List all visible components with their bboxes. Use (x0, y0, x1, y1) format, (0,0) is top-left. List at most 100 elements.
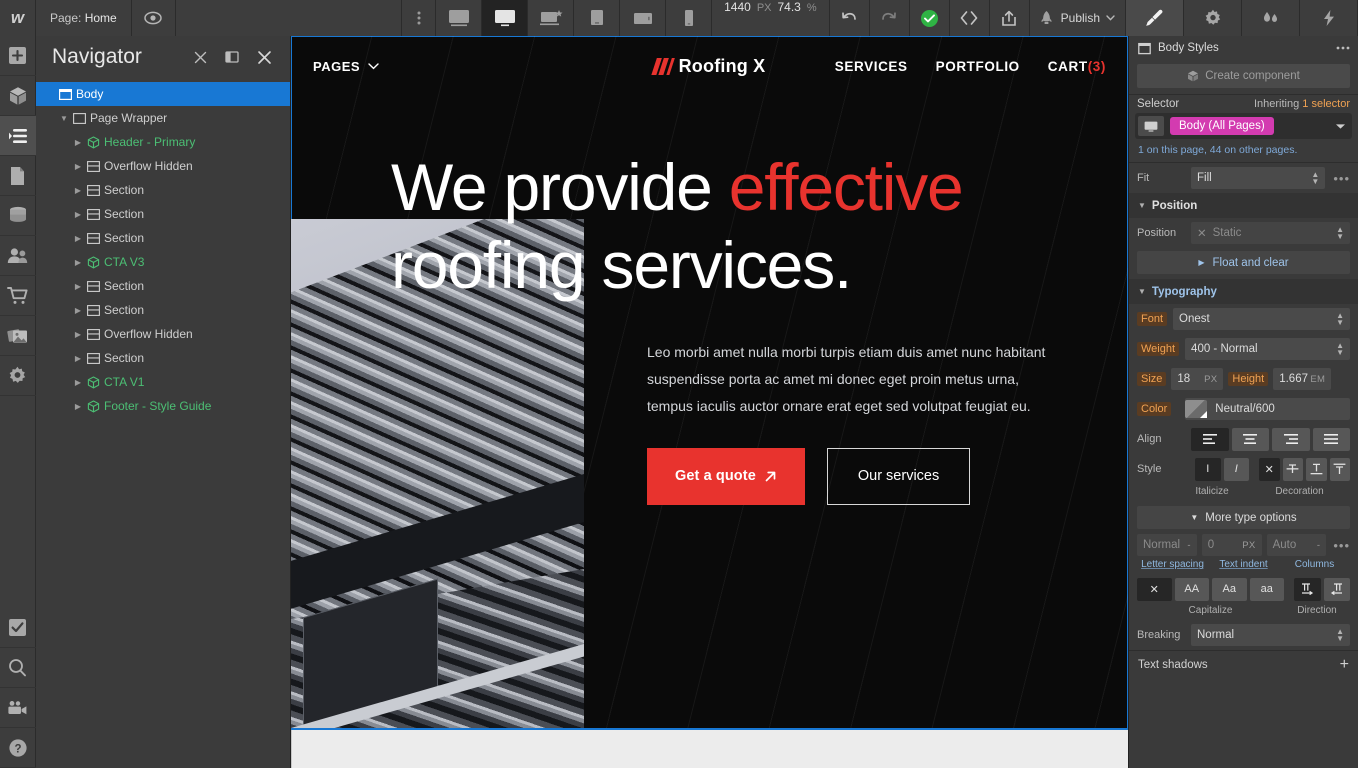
underline-icon[interactable] (1306, 457, 1327, 481)
text-shadows-add-icon[interactable]: + (1340, 656, 1349, 674)
align-segment[interactable] (1191, 427, 1350, 451)
none-x-icon[interactable]: ✕ (1137, 577, 1172, 601)
navigator-node-arrow[interactable]: ▶ (72, 186, 84, 195)
rail-help[interactable]: ? (0, 728, 36, 768)
style-panel-menu-icon[interactable] (1336, 46, 1350, 50)
fit-more-icon[interactable]: ••• (1331, 171, 1350, 186)
align-left-icon[interactable] (1191, 427, 1229, 451)
rail-videos[interactable] (0, 688, 36, 728)
preview-eye-icon[interactable] (132, 0, 176, 36)
rail-assets[interactable] (0, 316, 36, 356)
site-preview[interactable]: PAGES Roofing X SERVICES PORTFOLIO CART(… (291, 36, 1128, 730)
navigator-node[interactable]: ▶ Footer - Style Guide (36, 394, 290, 418)
rail-ecommerce[interactable] (0, 276, 36, 316)
tab-settings[interactable] (1184, 0, 1242, 36)
toolbar-more-menu-icon[interactable] (402, 0, 437, 36)
rail-navigator[interactable] (0, 116, 36, 156)
rail-audit[interactable] (0, 608, 36, 648)
fit-select[interactable]: Fill ▲ ▼ (1191, 167, 1326, 189)
capitalize-Aa-icon[interactable]: Aa (1212, 577, 1247, 601)
position-section-header[interactable]: ▼ Position (1129, 193, 1358, 218)
nav-link-services[interactable]: SERVICES (835, 59, 908, 74)
columns-more-icon[interactable]: ••• (1331, 538, 1350, 553)
navigator-node[interactable]: ▶ CTA V3 (36, 250, 290, 274)
navigator-node-arrow[interactable]: ▶ (72, 210, 84, 219)
navigator-node[interactable]: ▶ Overflow Hidden (36, 154, 290, 178)
position-clear-x-icon[interactable]: ✕ (1197, 226, 1207, 240)
navigator-node[interactable]: ▶ Section (36, 274, 290, 298)
rail-settings[interactable] (0, 356, 36, 396)
publish-button[interactable]: Publish (1030, 0, 1126, 36)
navigator-tree[interactable]: Body ▼ Page Wrapper ▶ Header - Primary ▶ Overf… (36, 78, 290, 768)
tab-effects[interactable] (1300, 0, 1358, 36)
navigator-node-arrow[interactable]: ▶ (72, 378, 84, 387)
share-export-icon[interactable] (990, 0, 1030, 36)
breakpoint-desktop-starred[interactable] (528, 0, 575, 36)
navigator-node[interactable]: ▶ Section (36, 346, 290, 370)
direction-segment[interactable] (1294, 577, 1350, 601)
decoration-segment[interactable]: ✕ (1259, 457, 1350, 481)
tab-style[interactable] (1126, 0, 1184, 36)
rail-cms[interactable] (0, 196, 36, 236)
breakpoint-desktop[interactable] (482, 0, 529, 36)
height-input[interactable]: 1.667 EM (1273, 368, 1332, 390)
rail-pages[interactable] (0, 156, 36, 196)
align-right-icon[interactable] (1272, 427, 1310, 451)
float-and-clear-row[interactable]: ▶ Float and clear (1137, 251, 1350, 274)
navigator-node-arrow[interactable]: ▶ (72, 162, 84, 171)
position-select[interactable]: ✕ Static ▲ ▼ (1191, 222, 1350, 244)
site-navbar[interactable]: PAGES Roofing X SERVICES PORTFOLIO CART(… (291, 36, 1128, 96)
canvas-area[interactable]: PAGES Roofing X SERVICES PORTFOLIO CART(… (291, 36, 1128, 768)
rail-add[interactable] (0, 36, 36, 76)
navigator-node-arrow[interactable]: ▶ (72, 138, 84, 147)
navigator-node[interactable]: ▶ Section (36, 298, 290, 322)
navigator-node-arrow[interactable]: ▶ (72, 330, 84, 339)
saved-status-icon[interactable] (910, 0, 950, 36)
navigator-node-arrow[interactable]: ▼ (58, 114, 70, 123)
navigator-close-button[interactable] (248, 41, 280, 73)
breakpoint-mobile-portrait[interactable] (666, 0, 713, 36)
navigator-node[interactable]: ▶ Section (36, 178, 290, 202)
italic-icon[interactable]: I (1223, 457, 1249, 481)
create-component-button[interactable]: Create component (1137, 64, 1350, 88)
align-center-icon[interactable] (1231, 427, 1269, 451)
page-selector[interactable]: Page: Home (36, 0, 132, 36)
rail-components[interactable] (0, 76, 36, 116)
selector-chevron-down-icon[interactable] (1335, 123, 1346, 130)
selector-tag[interactable]: Body (All Pages) (1170, 117, 1274, 135)
nav-link-cart[interactable]: CART(3) (1048, 59, 1106, 74)
navigator-collapse-all-button[interactable] (184, 41, 216, 73)
direction-rtl-icon[interactable] (1323, 577, 1350, 601)
weight-select[interactable]: 400 - Normal ▲ ▼ (1185, 338, 1350, 360)
breaking-select[interactable]: Normal ▲ ▼ (1191, 624, 1350, 646)
navigator-node[interactable]: ▶ CTA V1 (36, 370, 290, 394)
nav-pages-dropdown[interactable]: PAGES (313, 59, 379, 74)
get-a-quote-button[interactable]: Get a quote (647, 447, 805, 505)
breakpoint-mobile-landscape[interactable] (620, 0, 667, 36)
strikethrough-icon[interactable] (1282, 457, 1303, 481)
font-select[interactable]: Onest ▲ ▼ (1173, 308, 1350, 330)
size-input[interactable]: 18 PX (1171, 368, 1224, 390)
nav-link-portfolio[interactable]: PORTFOLIO (936, 59, 1020, 74)
more-type-options-button[interactable]: ▼ More type options (1137, 506, 1350, 529)
navigator-node-arrow[interactable]: ▶ (72, 258, 84, 267)
our-services-button[interactable]: Our services (826, 447, 971, 505)
navigator-node-arrow[interactable]: ▶ (72, 306, 84, 315)
rail-search[interactable] (0, 648, 36, 688)
typography-section-header[interactable]: ▼ Typography (1129, 279, 1358, 304)
italicize-segment[interactable]: I I (1195, 457, 1249, 481)
selector-device-icon[interactable] (1138, 116, 1164, 136)
breakpoint-desktop-large[interactable] (436, 0, 483, 36)
color-swatch[interactable] (1185, 400, 1208, 418)
navigator-dock-button[interactable] (216, 41, 248, 73)
uppercase-AA-icon[interactable]: AA (1174, 577, 1209, 601)
color-field[interactable]: Neutral/600 (1185, 398, 1350, 420)
direction-ltr-icon[interactable] (1294, 577, 1321, 601)
navigator-node-arrow[interactable]: ▶ (72, 282, 84, 291)
navigator-node[interactable]: ▼ Page Wrapper (36, 106, 290, 130)
undo-icon[interactable] (830, 0, 870, 36)
navigator-node[interactable]: ▶ Section (36, 202, 290, 226)
code-view-icon[interactable] (950, 0, 990, 36)
navigator-node-arrow[interactable]: ▶ (72, 402, 84, 411)
none-x-icon[interactable]: ✕ (1259, 457, 1280, 481)
